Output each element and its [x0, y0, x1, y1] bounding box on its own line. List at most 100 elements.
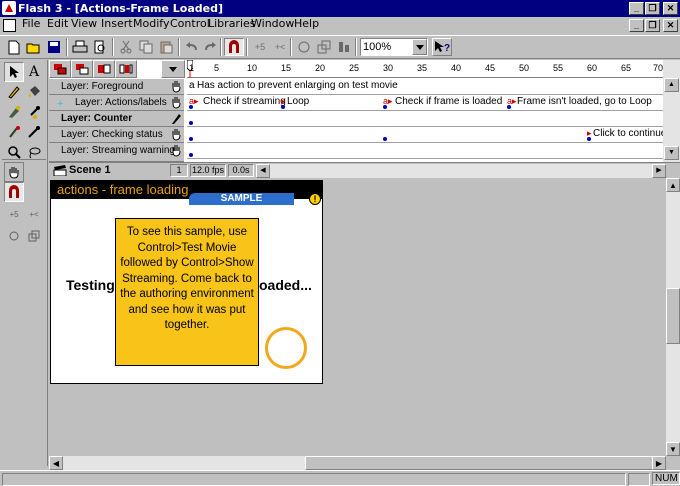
scroll-down-icon[interactable]: ▼	[666, 442, 680, 456]
timeline-panel: 1 5 10 15 20 25 30 35 40 45 50 55 60 65 …	[49, 59, 680, 162]
menu-bar: File Edit View Insert Modify Control Lib…	[0, 17, 680, 35]
frame-label: Loop	[287, 96, 310, 107]
hand-tool-icon[interactable]	[4, 162, 24, 182]
layer-checking-status[interactable]: Layer: Checking status	[49, 127, 184, 143]
layer-options-button[interactable]	[71, 60, 93, 78]
scene-name[interactable]: Scene 1	[69, 164, 111, 176]
layer-name: Layer: Foreground	[61, 81, 144, 92]
ink-bottle-tool-icon[interactable]	[4, 102, 24, 122]
eyedropper-tool-icon[interactable]	[24, 122, 44, 142]
menu-view[interactable]: View	[71, 17, 97, 30]
scroll-left-icon[interactable]: ◀	[49, 456, 63, 470]
edit-multiple-frames-button[interactable]	[115, 60, 137, 78]
rotate-tool-icon[interactable]	[4, 226, 24, 246]
document-icon[interactable]	[3, 19, 16, 32]
menu-modify[interactable]: Modify	[133, 17, 169, 30]
minimize-button[interactable]: _	[629, 2, 644, 15]
smooth-tool-icon[interactable]: +5	[4, 204, 24, 224]
paint-bucket-tool-icon[interactable]	[24, 82, 44, 102]
pencil-icon	[170, 112, 182, 125]
help-button[interactable]: ?	[432, 38, 452, 56]
ruler-label: 20	[315, 63, 326, 73]
dropper-tool-icon[interactable]	[24, 102, 44, 122]
ruler-label: 5	[214, 63, 220, 73]
elapsed-time: 0.0s	[228, 164, 254, 177]
frames-row-streaming-warning[interactable]	[187, 143, 663, 159]
text-tool-icon[interactable]: A	[24, 62, 44, 82]
scroll-right-icon[interactable]: ▶	[652, 456, 666, 470]
frames-row-foreground[interactable]: a Has action to prevent enlarging on tes…	[187, 79, 663, 95]
add-layer-button[interactable]	[49, 60, 71, 78]
timeline-menu-icon[interactable]	[161, 60, 185, 78]
stage-vscroll[interactable]: ▲ ▼	[666, 178, 680, 456]
frame-action-icon: a	[189, 80, 195, 91]
scene-icon	[53, 164, 67, 179]
hand-icon	[170, 96, 182, 109]
rotate-button[interactable]	[294, 38, 314, 56]
pencil-tool-icon[interactable]	[4, 82, 24, 102]
snap-magnet-icon[interactable]	[4, 182, 24, 202]
menu-control[interactable]: Control	[170, 17, 210, 30]
chevron-down-icon[interactable]	[412, 39, 427, 55]
stage-hscroll[interactable]: ◀ ▶	[49, 456, 666, 470]
doc-restore-button[interactable]: ❐	[645, 19, 660, 32]
snap-to-objects-button[interactable]	[224, 38, 244, 56]
menu-libraries[interactable]: Libraries	[208, 17, 256, 30]
layer-foreground[interactable]: Layer: Foreground	[49, 79, 184, 95]
flash-app-icon[interactable]	[2, 1, 16, 15]
print-button[interactable]	[70, 38, 90, 56]
open-file-button[interactable]	[24, 38, 44, 56]
close-button[interactable]: ✕	[663, 2, 678, 15]
num-lock-indicator: NUM	[652, 472, 680, 485]
scroll-up-icon[interactable]: ▲	[666, 178, 680, 192]
menu-window[interactable]: Window	[251, 17, 294, 30]
timeline-hscroll[interactable]: ◀ ▶	[256, 164, 666, 178]
redo-button[interactable]	[200, 38, 220, 56]
testing-text: Testing	[66, 277, 115, 293]
scale-button[interactable]	[314, 38, 334, 56]
arrow-tool-icon[interactable]	[4, 62, 24, 82]
menu-edit[interactable]: Edit	[47, 17, 68, 30]
save-button[interactable]	[44, 38, 64, 56]
undo-button[interactable]	[182, 38, 202, 56]
current-frame: 1	[170, 164, 188, 177]
scroll-thumb[interactable]	[666, 288, 680, 344]
scroll-thumb[interactable]	[305, 456, 661, 470]
menu-file[interactable]: File	[22, 17, 40, 30]
align-button[interactable]	[334, 38, 354, 56]
movie-canvas[interactable]: actions - frame loading SAMPLE ! Testing…	[50, 180, 323, 384]
scale-tool-icon[interactable]	[24, 226, 44, 246]
frames-row-counter[interactable]	[187, 111, 663, 127]
brush-tool-icon[interactable]	[4, 122, 24, 142]
straighten-tool-icon[interactable]: +<	[24, 204, 44, 224]
layer-actions-labels[interactable]: + Layer: Actions/labels	[49, 95, 184, 111]
cut-button[interactable]	[116, 38, 136, 56]
copy-button[interactable]	[136, 38, 156, 56]
doc-minimize-button[interactable]: _	[629, 19, 644, 32]
print-preview-button[interactable]	[90, 38, 110, 56]
restore-button[interactable]: ❐	[645, 2, 660, 15]
frames-row-actions[interactable]: a▸ Check if streaming ▸ Loop a▸ Check if…	[187, 95, 663, 111]
smooth-button[interactable]: +5	[250, 38, 270, 56]
layer-counter[interactable]: Layer: Counter	[49, 111, 184, 127]
window-title: Flash 3 - [Actions-Frame Loaded]	[18, 2, 224, 15]
doc-close-button[interactable]: ✕	[663, 19, 678, 32]
onion-skin-button[interactable]	[93, 60, 115, 78]
layer-name: Layer: Actions/labels	[75, 97, 167, 108]
scroll-right-icon[interactable]: ▶	[652, 164, 666, 178]
layer-streaming-warning[interactable]: Layer: Streaming warning	[49, 143, 184, 162]
sample-info-icon[interactable]: !	[309, 193, 321, 205]
ruler-label: 45	[485, 63, 496, 73]
frames-row-checking-status[interactable]: ▸ Click to continue	[187, 127, 666, 143]
scroll-left-icon[interactable]: ◀	[256, 164, 270, 178]
straighten-button[interactable]: +<	[270, 38, 290, 56]
frame-ruler[interactable]: 1 5 10 15 20 25 30 35 40 45 50 55 60 65 …	[186, 59, 663, 78]
scroll-up-icon[interactable]: ▲	[664, 78, 679, 92]
new-file-button[interactable]	[4, 38, 24, 56]
layer-name: Layer: Counter	[61, 113, 133, 124]
timeline-scrollbar[interactable]: ▲ ▼	[663, 60, 680, 162]
paste-button[interactable]	[156, 38, 176, 56]
menu-insert[interactable]: Insert	[101, 17, 133, 30]
menu-help[interactable]: Help	[294, 17, 319, 30]
scroll-down-icon[interactable]: ▼	[664, 146, 679, 160]
